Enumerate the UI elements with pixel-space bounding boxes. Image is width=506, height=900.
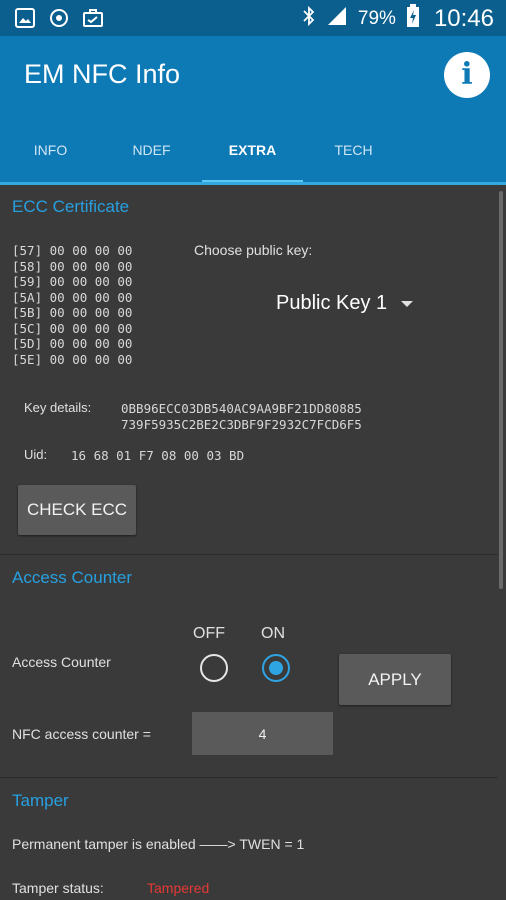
ecc-section-title: ECC Certificate	[12, 197, 130, 216]
access-counter-label: Access Counter	[12, 654, 111, 670]
tab-ndef[interactable]: NDEF	[101, 132, 202, 184]
off-label: OFF	[193, 625, 225, 642]
extra-content[interactable]: ECC Certificate [57] 00 00 00 00 [58] 00…	[0, 185, 506, 900]
choose-key-label: Choose public key:	[194, 242, 313, 258]
status-bar: 79% 10:46	[0, 0, 506, 36]
check-ecc-button[interactable]: CHECK ECC	[18, 485, 136, 535]
ecc-memory-dump: [57] 00 00 00 00 [58] 00 00 00 00 [59] 0…	[12, 243, 132, 367]
uid-value: 16 68 01 F7 08 00 03 BD	[71, 448, 245, 463]
tab-bar: INFO NDEF EXTRA TECH	[0, 132, 506, 184]
memory-row: [5C] 00 00 00 00	[12, 320, 133, 336]
public-key-selected: Public Key 1	[276, 292, 388, 314]
battery-level: 79%	[357, 8, 396, 29]
section-divider	[0, 777, 498, 778]
battery-charging-icon	[406, 4, 420, 34]
key-details-line: 739F5935C2BE2C3DBF9F2932C7FCD6F5	[121, 417, 362, 432]
info-button[interactable]: i	[444, 52, 490, 98]
tab-extra[interactable]: EXTRA	[202, 132, 303, 184]
memory-row: [5B] 00 00 00 00	[12, 305, 133, 320]
public-key-dropdown[interactable]: Public Key 1	[276, 292, 414, 315]
permanent-tamper-text: Permanent tamper is enabled ——> TWEN = 1	[12, 836, 305, 852]
signal-icon	[326, 5, 348, 33]
info-icon: i	[461, 57, 473, 92]
app-bar: EM NFC Info i INFO NDEF EXTRA TECH	[0, 36, 506, 184]
memory-row: [59] 00 00 00 00	[12, 274, 133, 289]
access-counter-off-radio[interactable]	[200, 654, 228, 682]
apply-button[interactable]: APPLY	[339, 654, 451, 705]
briefcase-icon	[82, 7, 104, 29]
tamper-status-label: Tamper status:	[12, 880, 104, 896]
bluetooth-icon	[302, 5, 316, 33]
app-title: EM NFC Info	[24, 59, 181, 89]
memory-row: [58] 00 00 00 00	[12, 258, 133, 274]
tamper-status-value: Tampered	[147, 880, 210, 896]
uid-label: Uid:	[24, 447, 48, 462]
gallery-icon	[14, 7, 36, 29]
memory-row: [57] 00 00 00 00	[12, 243, 133, 258]
section-divider	[0, 554, 498, 555]
nfc-access-counter-label: NFC access counter =	[12, 726, 151, 742]
key-details-label: Key details:	[24, 400, 92, 415]
chevron-down-icon	[401, 300, 414, 307]
scrollbar[interactable]	[499, 191, 503, 589]
nfc-access-counter-field: 4	[192, 712, 333, 755]
key-details-value: 0BB96ECC03DB540AC9AA9BF21DD80885 739F593…	[121, 401, 362, 433]
access-counter-on-radio[interactable]	[262, 654, 290, 682]
tab-tech[interactable]: TECH	[303, 132, 404, 184]
on-label: ON	[261, 625, 285, 642]
tab-info[interactable]: INFO	[0, 132, 101, 184]
memory-row: [5E] 00 00 00 00	[12, 351, 133, 367]
sync-icon	[48, 7, 70, 29]
clock: 10:46	[433, 5, 494, 32]
tamper-section-title: Tamper	[12, 791, 69, 810]
access-counter-section-title: Access Counter	[12, 568, 132, 587]
key-details-line: 0BB96ECC03DB540AC9AA9BF21DD80885	[121, 401, 362, 416]
memory-row: [5D] 00 00 00 00	[12, 336, 133, 351]
memory-row: [5A] 00 00 00 00	[12, 289, 133, 305]
